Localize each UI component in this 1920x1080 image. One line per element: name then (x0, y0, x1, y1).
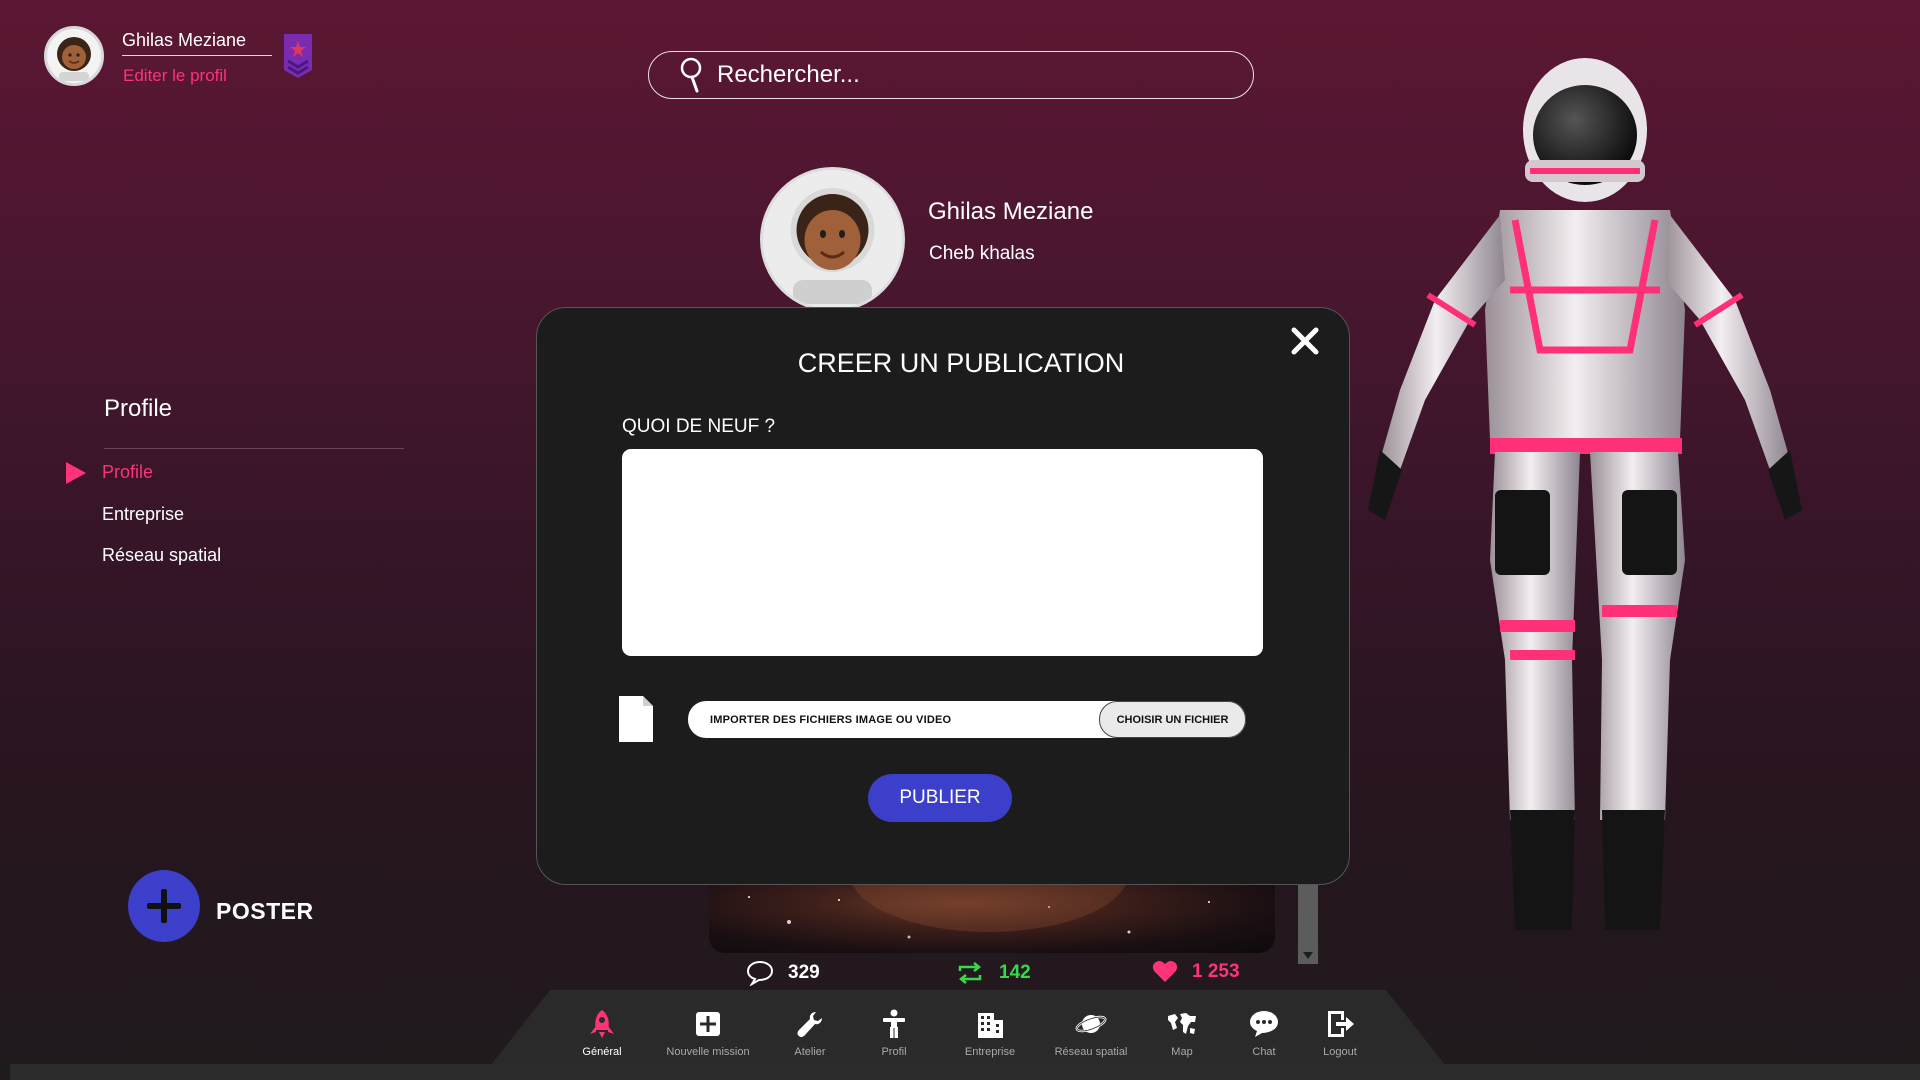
search-bar[interactable] (648, 51, 1254, 99)
publish-button[interactable]: PUBLIER (868, 774, 1012, 822)
search-input[interactable] (717, 61, 1237, 89)
sidebar-item-entreprise[interactable]: Entreprise (102, 504, 184, 525)
nav-label-nouvelle-mission: Nouvelle mission (666, 1046, 750, 1058)
nav-item-entreprise[interactable]: Entreprise (942, 1008, 1038, 1058)
file-icon (619, 696, 653, 742)
nav-label-profil: Profil (881, 1046, 907, 1058)
profile-avatar[interactable] (760, 167, 905, 312)
nav-item-nouvelle-mission[interactable]: Nouvelle mission (660, 1008, 756, 1058)
repost-count: 142 (999, 962, 1031, 983)
nav-item-logout[interactable]: Logout (1292, 1008, 1388, 1058)
bottom-scrollbar[interactable] (10, 1064, 1920, 1080)
person-icon (883, 1009, 905, 1038)
header-user-name: Ghilas Meziane (122, 30, 247, 50)
like-stat[interactable]: 1 253 (1152, 960, 1240, 984)
plus-square-icon (696, 1012, 720, 1036)
rocket-icon (590, 1010, 614, 1038)
plus-icon (147, 889, 181, 923)
nav-label-map: Map (1171, 1046, 1193, 1058)
sidebar-item-reseau-spatial[interactable]: Réseau spatial (102, 545, 221, 566)
nav-label-general: Général (582, 1046, 622, 1058)
nav-label-atelier: Atelier (794, 1046, 826, 1058)
world-map-icon (1168, 1013, 1196, 1034)
logout-icon (1328, 1011, 1354, 1037)
nebula-image (748, 882, 1210, 939)
astronaut-3d-model (1368, 58, 1802, 930)
active-marker-icon (66, 462, 86, 484)
heart-icon (1152, 960, 1178, 982)
nav-item-reseau-spatial[interactable]: Réseau spatial (1043, 1008, 1139, 1058)
post-text-input[interactable] (622, 449, 1263, 656)
poster-label: POSTER (216, 898, 314, 924)
chat-bubble-icon (1250, 1011, 1278, 1037)
poster-button[interactable] (128, 870, 200, 942)
nav-item-general[interactable]: Général (554, 1008, 650, 1058)
search-icon (680, 57, 702, 93)
post-image[interactable] (709, 882, 1275, 953)
modal-title: CREER UN PUBLICATION (797, 348, 1125, 378)
sidebar-item-profile[interactable]: Profile (102, 462, 153, 483)
comment-icon (746, 960, 774, 986)
profile-subtitle: Cheb khalas (929, 243, 1035, 264)
nav-label-logout: Logout (1323, 1046, 1357, 1058)
astronaut-avatar-icon (763, 170, 902, 309)
nav-label-reseau-spatial: Réseau spatial (1054, 1046, 1128, 1058)
user-avatar[interactable] (44, 26, 104, 86)
rank-badge-icon (284, 34, 312, 78)
file-upload-label: IMPORTER DES FICHIERS IMAGE OU VIDEO (710, 714, 952, 726)
nav-label-chat: Chat (1252, 1046, 1276, 1058)
astronaut-avatar-icon (47, 29, 101, 83)
repost-stat[interactable]: 142 (955, 960, 1031, 986)
nav-label-entreprise: Entreprise (964, 1046, 1016, 1058)
like-count: 1 253 (1192, 961, 1240, 982)
scroll-down-arrow-icon[interactable] (1303, 952, 1313, 959)
building-icon (978, 1013, 1003, 1038)
edit-profile-link[interactable]: Editer le profil (123, 66, 227, 86)
comment-count: 329 (788, 962, 820, 983)
profile-name: Ghilas Meziane (928, 198, 1094, 225)
planet-icon (1075, 1015, 1107, 1033)
sidebar-divider (104, 448, 404, 449)
wrench-icon (797, 1012, 822, 1038)
comment-stat[interactable]: 329 (746, 960, 820, 986)
choose-file-button[interactable]: CHOISIR UN FICHIER (1099, 701, 1246, 738)
repost-icon (958, 962, 982, 984)
post-text-label: QUOI DE NEUF ? (622, 416, 776, 437)
sidebar-title: Profile (104, 395, 173, 422)
nav-item-profil[interactable]: Profil (846, 1008, 942, 1058)
header-divider (122, 55, 272, 56)
nav-item-atelier[interactable]: Atelier (762, 1008, 858, 1058)
